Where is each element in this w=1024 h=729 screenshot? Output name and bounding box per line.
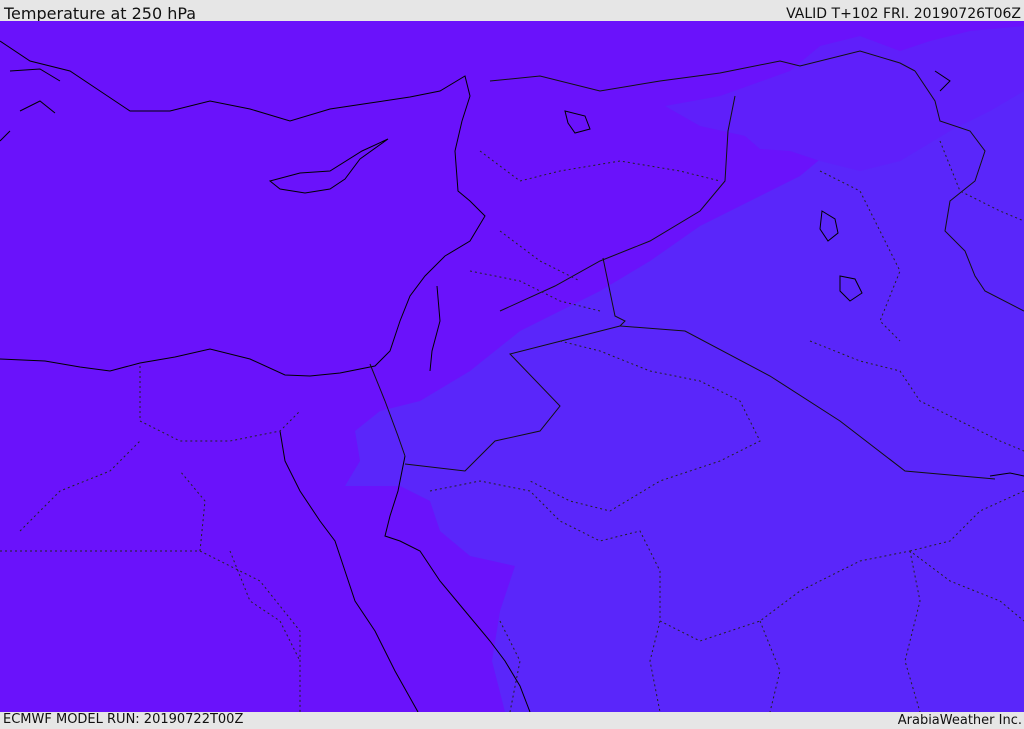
header-bar: Temperature at 250 hPa VALID T+102 FRI. … [0, 0, 1024, 23]
credit-label: ArabiaWeather Inc. [897, 713, 1022, 728]
model-run-label: ECMWF MODEL RUN: 20190722T00Z [3, 712, 244, 727]
weather-map[interactable] [0, 21, 1024, 712]
map-canvas [0, 21, 1024, 712]
footer-bar: ECMWF MODEL RUN: 20190722T00Z ArabiaWeat… [0, 712, 1024, 729]
